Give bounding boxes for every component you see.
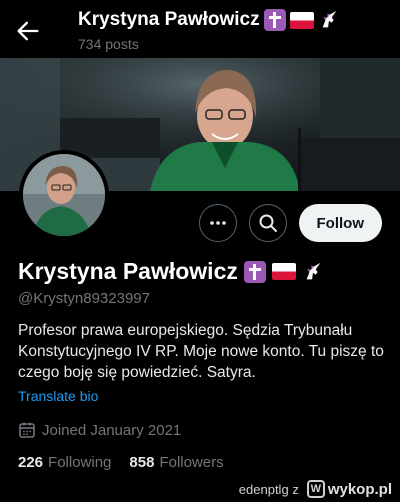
header-title: Krystyna Pawłowicz xyxy=(78,9,340,31)
wykop-logo-icon: W xyxy=(306,480,325,498)
poland-flag-emoji xyxy=(271,263,296,280)
post-count: 734 posts xyxy=(78,36,139,52)
avatar-photo xyxy=(23,154,105,236)
profile-actions: Follow xyxy=(198,204,382,242)
top-bar: Krystyna Pawłowicz 734 posts xyxy=(0,0,400,58)
watermark-separator: z xyxy=(292,481,299,497)
following-label: Following xyxy=(48,454,112,471)
watermark-brand: wykop.pl xyxy=(327,480,392,498)
profile-display-name: Krystyna Pawłowicz xyxy=(18,258,324,285)
joined-text: Joined January 2021 xyxy=(42,421,182,439)
display-name-text: Krystyna Pawłowicz xyxy=(18,258,238,284)
followers-count: 858 xyxy=(129,454,155,471)
more-button[interactable] xyxy=(198,204,237,242)
unicorn-emoji xyxy=(322,10,336,28)
search-button[interactable] xyxy=(248,204,287,242)
calendar-icon xyxy=(19,422,35,438)
following-link[interactable]: 226 Following xyxy=(18,454,111,471)
search-icon xyxy=(259,214,277,232)
profile-handle: @Krystyn89323997 xyxy=(18,290,150,307)
unicorn-emoji xyxy=(306,262,321,279)
joined-date: Joined January 2021 xyxy=(18,421,181,439)
follow-stats: 226 Following 858 Followers xyxy=(18,454,242,471)
follow-button[interactable]: Follow xyxy=(298,204,382,242)
back-button[interactable] xyxy=(14,17,42,45)
wykop-watermark: edenptlg z W wykop.pl xyxy=(239,480,392,498)
followers-label: Followers xyxy=(159,454,224,471)
header-name: Krystyna Pawłowicz xyxy=(78,9,260,30)
profile-bio: Profesor prawa europejskiego. Sędzia Try… xyxy=(18,322,384,381)
back-arrow-icon xyxy=(17,21,39,41)
following-count: 226 xyxy=(18,454,44,471)
poland-flag-emoji xyxy=(289,11,314,29)
latin-cross-emoji xyxy=(243,260,266,283)
followers-link[interactable]: 858 Followers xyxy=(129,454,223,471)
more-icon xyxy=(209,221,226,225)
profile-avatar[interactable] xyxy=(19,150,109,240)
watermark-user: edenptlg z xyxy=(239,482,299,497)
watermark-username: edenptlg xyxy=(238,481,289,497)
translate-bio-link[interactable]: Translate bio xyxy=(18,388,98,404)
latin-cross-emoji xyxy=(263,9,286,31)
